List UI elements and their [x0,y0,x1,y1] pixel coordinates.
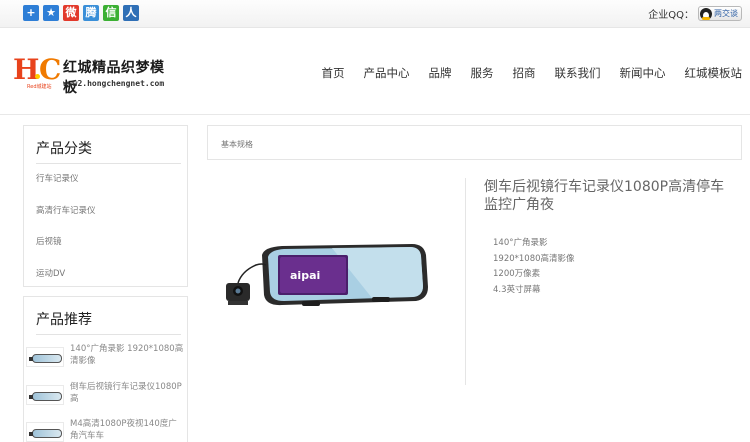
product-title: 倒车后视镜行车记录仪1080P高清停车监控广角夜 [484,179,725,213]
category-item[interactable]: 后视镜 [36,235,96,267]
qq-penguin-icon [700,7,712,20]
product-specs: 140°广角录影 1920*1080高清影像 1200万像素 4.3英寸屏幕 [493,236,575,299]
recommend-title: 产品推荐 [36,309,181,335]
site-header: HC Red城建站 红城精品织梦模板 www2.hongchengnet.com… [0,29,750,115]
tencent-weibo-icon[interactable]: 腾 [83,5,99,21]
nav-item-template-site[interactable]: 红城模板站 [685,65,743,81]
product-image: aipai [226,244,428,306]
weibo-icon[interactable]: 微 [63,5,79,21]
qq-label: 企业QQ： [648,10,694,21]
recommend-thumbnail[interactable] [26,347,64,367]
recommend-item-text[interactable]: 140°广角录影 1920*1080高清影像 [70,343,185,367]
recommend-thumbnail[interactable] [26,422,64,442]
nav-item-investment[interactable]: 招商 [513,65,536,81]
recommend-item-text[interactable]: 倒车后视镜行车记录仪1080P高 [70,381,185,405]
recommend-item-text[interactable]: M4高清1080P夜视140度广角汽车车 [70,418,185,442]
category-item[interactable]: 高清行车记录仪 [36,204,96,236]
star-share-icon[interactable]: ★ [43,5,59,21]
recommend-item[interactable]: M4高清1080P夜视140度广角汽车车 [26,418,184,442]
nav-item-service[interactable]: 服务 [471,65,494,81]
content-divider [465,178,466,385]
logo-mark: HC Red城建站 [13,53,62,91]
spec-item: 1200万像素 [493,269,541,280]
plus-share-icon[interactable]: + [23,5,39,21]
nav-item-home[interactable]: 首页 [322,65,345,81]
recommend-item[interactable]: 140°广角录影 1920*1080高清影像 [26,343,184,375]
recommended-products-panel: 产品推荐 140°广角录影 1920*1080高清影像 倒车后视镜行车记录仪10… [23,296,188,442]
spec-item: 1920*1080高清影像 [493,253,575,264]
breadcrumb[interactable]: 基本规格 [221,139,253,150]
renren-icon[interactable]: 人 [123,5,139,21]
category-item[interactable]: 运动DV [36,267,96,299]
top-bar: + ★ 微 腾 信 人 企业QQ： 两交谈 [0,0,750,28]
share-icons: + ★ 微 腾 信 人 [23,5,139,21]
categories-title: 产品分类 [36,138,181,164]
nav-item-products[interactable]: 产品中心 [364,65,410,81]
spec-item: 4.3英寸屏幕 [493,285,541,296]
wechat-icon[interactable]: 信 [103,5,119,21]
nav-item-news[interactable]: 新闻中心 [620,65,666,81]
logo-title: 红城精品织梦模板 [63,60,165,96]
logo-url: www2.hongchengnet.com [63,79,165,88]
breadcrumb-bar: 基本规格 [207,125,742,160]
nav-item-brand[interactable]: 品牌 [429,65,452,81]
recommend-item[interactable]: 倒车后视镜行车记录仪1080P高 [26,381,184,413]
spec-item: 140°广角录影 [493,238,548,248]
category-item[interactable]: 行车记录仪 [36,172,96,204]
enterprise-qq: 企业QQ： 两交谈 [648,6,742,21]
category-list: 行车记录仪 高清行车记录仪 后视镜 运动DV [36,172,96,298]
product-brand-logo: aipai [290,269,320,282]
qq-button-label: 两交谈 [714,9,738,18]
product-categories-panel: 产品分类 行车记录仪 高清行车记录仪 后视镜 运动DV [23,125,188,287]
nav-item-contact[interactable]: 联系我们 [555,65,601,81]
recommend-thumbnail[interactable] [26,385,64,405]
qq-chat-button[interactable]: 两交谈 [698,6,742,21]
main-nav: 首页 产品中心 品牌 服务 招商 联系我们 新闻中心 红城模板站 [322,65,743,81]
site-logo[interactable]: HC Red城建站 红城精品织梦模板 www2.hongchengnet.com [13,53,173,97]
logo-small-text: Red城建站 [27,84,52,90]
